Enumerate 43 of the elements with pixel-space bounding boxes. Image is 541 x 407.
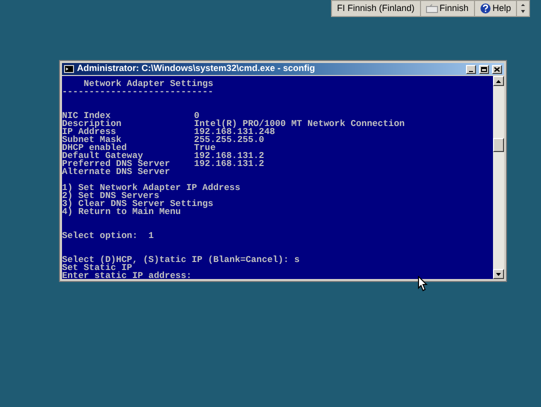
keyboard-icon (426, 4, 438, 13)
field-value: 192.168.131.2 (194, 152, 264, 160)
field-value: Intel(R) PRO/1000 MT Network Connection (194, 120, 405, 128)
field-value: 0 (194, 112, 200, 120)
field-label: Subnet Mask (62, 136, 122, 144)
language-bar-item[interactable]: Finnish (420, 1, 475, 16)
menu-option: 4) Return to Main Menu (62, 208, 181, 216)
field-value: 192.168.131.2 (194, 160, 264, 168)
menu-option: 1) Set Network Adapter IP Address (62, 184, 240, 192)
down-arrow-icon (496, 272, 501, 276)
maximize-button[interactable] (479, 64, 489, 74)
help-icon (480, 3, 491, 14)
console-line: Select (D)HCP, (S)tatic IP (Blank=Cancel): s (62, 256, 300, 264)
field-label: DHCP enabled (62, 144, 127, 152)
menu-option: 2) Set DNS Servers (62, 192, 160, 200)
select-prompt: Select option: 1 (62, 232, 154, 240)
scroll-thumb[interactable] (493, 138, 504, 152)
console-heading: Network Adapter Settings (82, 80, 214, 88)
field-label: NIC Index (62, 112, 111, 120)
options-arrow-icon[interactable] (520, 3, 526, 14)
minimize-button[interactable] (466, 64, 476, 74)
window-title: Administrator: C:\Windows\system32\cmd.exe - sconfig (77, 62, 316, 76)
field-label: Alternate DNS Server (62, 168, 172, 176)
console-rule: ---------------------------- (62, 88, 214, 96)
console-icon (64, 65, 74, 73)
language-bar-item[interactable]: FI Finnish (Finland) (332, 1, 421, 16)
field-label: Default Gateway (62, 152, 144, 160)
field-label: Description (62, 120, 122, 128)
scroll-down-button[interactable] (493, 269, 504, 279)
up-arrow-icon (496, 80, 501, 82)
console-line: Set Static IP (62, 264, 132, 272)
scroll-up-button[interactable] (493, 76, 504, 86)
menu-option: 3) Clear DNS Server Settings (62, 200, 214, 208)
mouse-pointer-icon (418, 276, 428, 292)
field-value: True (194, 144, 216, 152)
close-button[interactable] (492, 64, 502, 74)
field-value: 192.168.131.248 (194, 128, 276, 136)
field-label: Preferred DNS Server (62, 160, 172, 168)
language-bar-item[interactable]: Help (474, 1, 518, 16)
field-value: 255.255.255.0 (194, 136, 264, 144)
console-line: Enter static IP address: (62, 272, 192, 279)
scrollbar[interactable] (493, 76, 504, 279)
field-label: IP Address (62, 128, 116, 136)
